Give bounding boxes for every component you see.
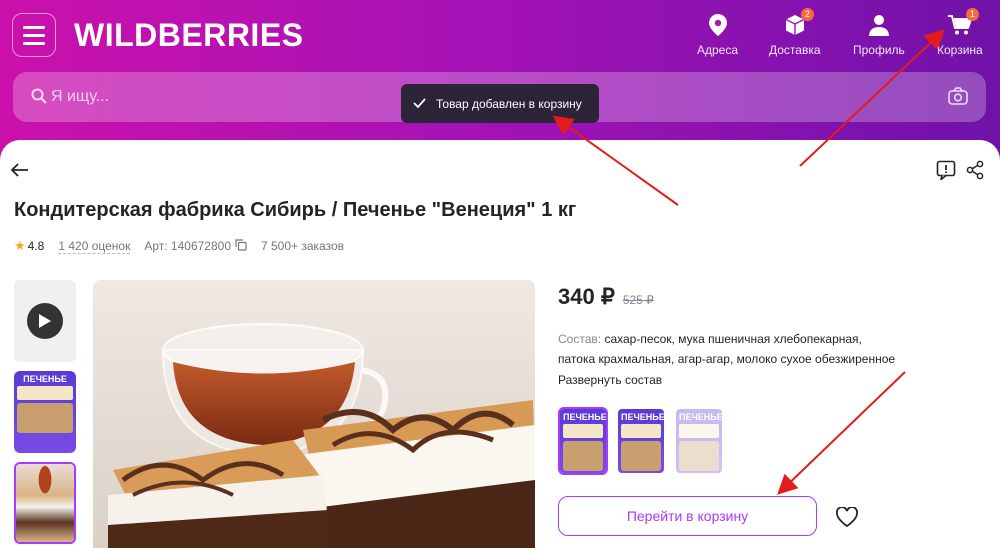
nav-label: Профиль [853,43,905,57]
search-input[interactable]: Я ищу... [51,88,109,106]
main-product-image[interactable] [93,280,535,548]
heart-icon[interactable] [835,506,859,532]
nav-profile[interactable]: Профиль [853,12,905,57]
cart-badge: 1 [965,8,979,21]
variant-option[interactable]: ПЕЧЕНЬЕ [674,407,724,475]
box-label: ПЕЧЕНЬЕ [23,374,67,384]
nav-delivery[interactable]: 2 Доставка [769,8,821,57]
copy-icon[interactable] [235,238,247,254]
camera-icon[interactable] [948,87,968,110]
nav-addresses[interactable]: Адреса [697,12,738,57]
rating-value: 4.8 [27,239,45,253]
composition-label: Состав: [558,332,602,346]
star-icon: ★ [14,238,26,253]
reviews-link[interactable]: 1 420 оценок [58,239,131,254]
share-icon[interactable] [966,160,984,185]
menu-button[interactable] [12,13,56,57]
box-icon: 2 [782,8,814,38]
report-icon[interactable] [936,160,956,185]
image-thumbnail[interactable]: ПЕЧЕНЬЕ [14,371,76,453]
user-icon [866,12,892,38]
logo[interactable]: WILDBERRIES [74,17,304,54]
product-meta: ★ 4.8 1 420 оценок Арт: 140672800 7 500+… [14,238,344,254]
toast-text: Товар добавлен в корзину [436,96,582,111]
article-number: Арт: 140672800 [144,239,231,253]
variant-option[interactable]: ПЕЧЕНЬЕ [616,407,666,475]
cart-icon: 1 [947,8,979,38]
check-icon [413,97,426,111]
variant-option[interactable]: ПЕЧЕНЬЕ [558,407,608,475]
toast-notification: Товар добавлен в корзину [401,84,599,123]
composition: Состав: сахар-песок, мука пшеничная хлеб… [558,329,898,369]
search-icon [31,88,47,109]
nav-label: Адреса [697,43,739,57]
location-pin-icon [705,12,731,38]
current-price: 340 ₽ [558,284,615,309]
delivery-badge: 2 [800,8,814,21]
header: WILDBERRIES Адреса 2 Доставка Профиль 1 … [0,0,1000,160]
composition-text: сахар-песок, мука пшеничная хлебопекарна… [558,332,896,366]
orders-count: 7 500+ заказов [261,239,345,253]
video-thumbnail[interactable] [14,280,76,362]
price-block: 340 ₽ 525 ₽ [558,284,654,310]
variant-list: ПЕЧЕНЬЕ ПЕЧЕНЬЕ ПЕЧЕНЬЕ [558,407,724,475]
old-price: 525 ₽ [622,293,654,307]
nav-cart[interactable]: 1 Корзина [937,8,983,57]
expand-composition-link[interactable]: Развернуть состав [558,373,662,387]
image-thumbnail-active[interactable] [14,462,76,544]
go-to-cart-button[interactable]: Перейти в корзину [558,496,817,536]
thumbnail-list: ПЕЧЕНЬЕ [14,280,76,548]
nav-label: Корзина [937,43,983,57]
nav-label: Доставка [769,43,821,57]
product-title: Кондитерская фабрика Сибирь / Печенье "В… [14,199,577,221]
back-arrow-icon[interactable] [10,162,30,183]
product-card: Кондитерская фабрика Сибирь / Печенье "В… [0,140,1000,548]
play-icon [27,303,63,339]
